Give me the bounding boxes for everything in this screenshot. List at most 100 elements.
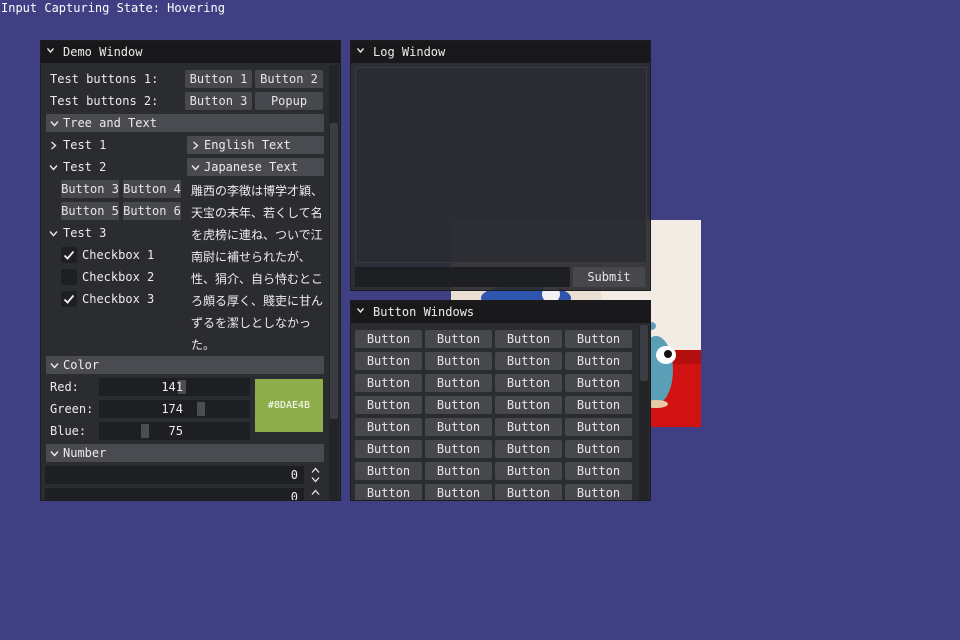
grid-button[interactable]: Button <box>495 484 562 500</box>
jp-line: 天宝の末年、若くして名 <box>191 206 323 220</box>
number-label: Number <box>63 446 107 460</box>
grid-button[interactable]: Button <box>495 396 562 414</box>
grid-button[interactable]: Button <box>495 352 562 370</box>
grid-button[interactable]: Button <box>425 462 492 480</box>
grid-button[interactable]: Button <box>355 440 422 458</box>
checkbox-2[interactable] <box>61 269 77 285</box>
chevron-right-icon[interactable] <box>49 141 58 150</box>
number-value-1: 0 <box>290 468 298 482</box>
red-value: 141 <box>161 380 183 394</box>
color-swatch-hex: #8DAE4B <box>267 400 311 411</box>
grid-button[interactable]: Button <box>495 462 562 480</box>
tree-node-test-3[interactable]: Test 3 <box>63 224 106 242</box>
jp-line: ろ頗る厚く、賤吏に甘ん <box>191 294 324 308</box>
green-value: 174 <box>161 402 183 416</box>
grid-button[interactable]: Button <box>425 330 492 348</box>
button-windows-scrollbar[interactable] <box>639 325 649 500</box>
grid-button[interactable]: Button <box>565 396 632 414</box>
demo-scroll-thumb[interactable] <box>330 123 338 419</box>
checkbox-3-label: Checkbox 3 <box>82 292 155 306</box>
grid-button[interactable]: Button <box>355 396 422 414</box>
log-input[interactable] <box>355 267 570 287</box>
grid-button[interactable]: Button <box>565 484 632 500</box>
button-1[interactable]: Button 1 <box>185 70 252 88</box>
popup-button[interactable]: Popup <box>255 92 323 110</box>
tree-node-test-2[interactable]: Test 2 <box>63 158 106 176</box>
grid-button[interactable]: Button <box>495 418 562 436</box>
number-input-1[interactable]: 0 <box>45 466 304 484</box>
tree-and-text-header[interactable]: Tree and Text <box>46 114 324 132</box>
button-3-tree[interactable]: Button 3 <box>61 180 119 198</box>
checkmark-icon <box>63 250 75 260</box>
grid-button[interactable]: Button <box>565 352 632 370</box>
demo-window: Demo Window Test buttons 1: Button 1 But… <box>40 40 341 501</box>
button-6[interactable]: Button 6 <box>123 202 181 220</box>
grid-button[interactable]: Button <box>425 374 492 392</box>
grid-button[interactable]: Button <box>565 374 632 392</box>
red-slider[interactable]: 141 <box>99 378 250 396</box>
grid-button[interactable]: Button <box>495 440 562 458</box>
checkbox-3[interactable] <box>61 291 77 307</box>
jp-line: 雕西の李徴は博学才穎、 <box>191 184 324 198</box>
button-4[interactable]: Button 4 <box>123 180 181 198</box>
green-slider-grab[interactable] <box>197 402 205 416</box>
number-input-2[interactable]: 0 <box>45 488 304 501</box>
chevron-down-icon <box>191 165 200 171</box>
grid-button[interactable]: Button <box>495 330 562 348</box>
button-windows-scroll-thumb[interactable] <box>640 325 648 381</box>
grid-button[interactable]: Button <box>565 418 632 436</box>
stepper-down-icon[interactable] <box>311 476 320 483</box>
number-value-2: 0 <box>290 490 298 501</box>
test-buttons-2-label: Test buttons 2: <box>50 94 159 108</box>
grid-button[interactable]: Button <box>425 418 492 436</box>
stepper-up-icon[interactable] <box>311 489 320 496</box>
grid-button[interactable]: Button <box>425 484 492 500</box>
grid-button[interactable]: Button <box>355 352 422 370</box>
button-grid: Button Button Button Button Button Button Butt… <box>351 301 639 500</box>
submit-button[interactable]: Submit <box>573 267 645 287</box>
number-header[interactable]: Number <box>46 444 324 462</box>
chevron-right-icon <box>193 141 199 150</box>
log-window-titlebar[interactable]: Log Window <box>351 41 650 63</box>
chevron-down-icon[interactable] <box>49 229 58 238</box>
grid-button[interactable]: Button <box>495 374 562 392</box>
button-3[interactable]: Button 3 <box>185 92 252 110</box>
tree-node-test-1[interactable]: Test 1 <box>63 136 106 154</box>
jp-line: た。 <box>191 338 216 352</box>
grid-button[interactable]: Button <box>425 352 492 370</box>
demo-window-titlebar[interactable]: Demo Window <box>41 41 340 63</box>
grid-button[interactable]: Button <box>355 374 422 392</box>
japanese-paragraph: 雕西の李徴は博学才穎、 天宝の末年、若くして名 を虎榜に連ね、ついで江 南尉に補… <box>191 180 327 356</box>
jp-line: ずるを潔しとしなかっ <box>191 316 312 330</box>
grid-button[interactable]: Button <box>425 440 492 458</box>
blue-label: Blue: <box>50 424 87 438</box>
japanese-text-header[interactable]: Japanese Text <box>187 158 324 176</box>
blue-slider[interactable]: 75 <box>99 422 250 440</box>
button-2[interactable]: Button 2 <box>255 70 323 88</box>
green-slider[interactable]: 174 <box>99 400 250 418</box>
grid-button[interactable]: Button <box>355 418 422 436</box>
grid-button[interactable]: Button <box>425 396 492 414</box>
log-output <box>355 67 647 263</box>
collapse-chevron-icon[interactable] <box>357 47 364 54</box>
grid-button[interactable]: Button <box>355 462 422 480</box>
color-label: Color <box>63 358 100 372</box>
grid-button[interactable]: Button <box>355 484 422 500</box>
jp-line: 南尉に補せられたが、 <box>191 250 311 264</box>
collapse-chevron-icon[interactable] <box>47 47 54 54</box>
chevron-down-icon[interactable] <box>49 163 58 172</box>
stepper-up-icon[interactable] <box>311 467 320 474</box>
color-header[interactable]: Color <box>46 356 324 374</box>
checkbox-2-label: Checkbox 2 <box>82 270 155 284</box>
grid-button[interactable]: Button <box>565 330 632 348</box>
english-text-header[interactable]: English Text <box>187 136 324 154</box>
blue-slider-grab[interactable] <box>141 424 149 438</box>
demo-window-scrollbar[interactable] <box>329 65 339 500</box>
grid-button[interactable]: Button <box>565 462 632 480</box>
button-5[interactable]: Button 5 <box>61 202 119 220</box>
checkbox-1[interactable] <box>61 247 77 263</box>
log-window: Log Window Submit <box>350 40 651 291</box>
grid-button[interactable]: Button <box>565 440 632 458</box>
button-windows-window: Button Windows Button Button Button Button B… <box>350 300 651 501</box>
grid-button[interactable]: Button <box>355 330 422 348</box>
